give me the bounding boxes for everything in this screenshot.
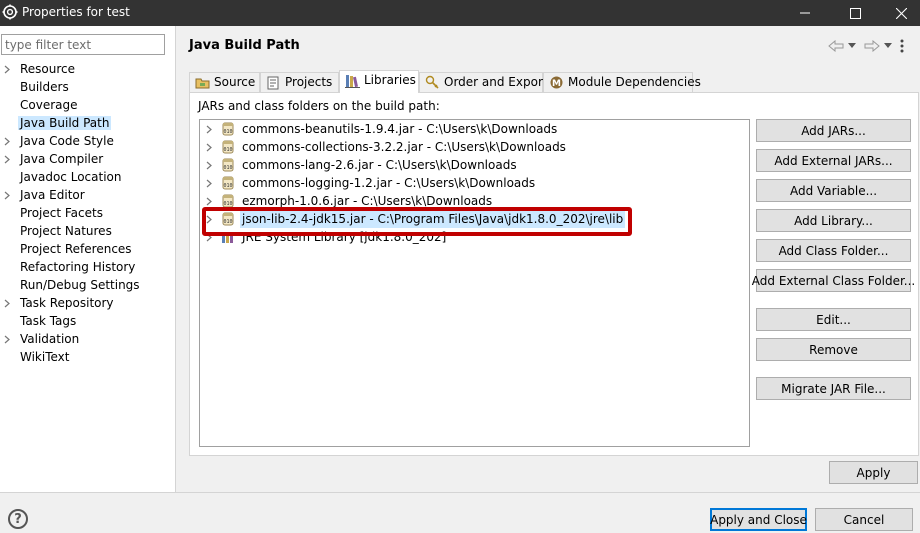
property-tree: Resource Builders Coverage Java Build Pa… bbox=[0, 60, 175, 366]
add-class-folder-button[interactable]: Add Class Folder... bbox=[756, 239, 911, 262]
expand-arrow-icon[interactable] bbox=[206, 174, 212, 192]
jar-icon: 010 bbox=[221, 194, 235, 208]
remove-button[interactable]: Remove bbox=[756, 338, 911, 361]
order-export-icon bbox=[425, 75, 440, 90]
minimize-icon bbox=[800, 12, 810, 14]
property-pages-pane: Resource Builders Coverage Java Build Pa… bbox=[0, 26, 176, 492]
minimize-button[interactable] bbox=[782, 0, 828, 26]
forward-arrow-icon[interactable] bbox=[864, 36, 880, 56]
help-icon[interactable]: ? bbox=[8, 509, 28, 529]
tab-projects[interactable]: Projects bbox=[260, 72, 339, 92]
back-dropdown-icon[interactable] bbox=[848, 36, 856, 56]
apply-and-close-button[interactable]: Apply and Close bbox=[710, 508, 807, 531]
tree-item-coverage[interactable]: Coverage bbox=[0, 96, 175, 114]
maximize-icon bbox=[849, 7, 861, 19]
apply-button[interactable]: Apply bbox=[829, 461, 918, 484]
page-title: Java Build Path bbox=[189, 38, 300, 53]
jar-icon: 010 bbox=[221, 140, 235, 154]
eclipse-gear-icon bbox=[2, 4, 18, 20]
list-item[interactable]: 010 commons-beanutils-1.9.4.jar - C:\Use… bbox=[200, 120, 749, 138]
migrate-jar-button[interactable]: Migrate JAR File... bbox=[756, 377, 911, 400]
libraries-icon bbox=[345, 73, 360, 88]
tree-item-wikitext[interactable]: WikiText bbox=[0, 348, 175, 366]
jar-icon: 010 bbox=[221, 122, 235, 136]
tree-item-resource[interactable]: Resource bbox=[0, 60, 175, 78]
cancel-button[interactable]: Cancel bbox=[815, 508, 913, 531]
expand-arrow-icon[interactable] bbox=[206, 138, 212, 156]
list-item[interactable]: 010 ezmorph-1.0.6.jar - C:\Users\k\Downl… bbox=[200, 192, 749, 210]
svg-text:010: 010 bbox=[223, 183, 232, 189]
expand-arrow-icon[interactable] bbox=[4, 132, 14, 150]
close-button[interactable] bbox=[878, 0, 920, 26]
expand-arrow-icon[interactable] bbox=[206, 120, 212, 138]
expand-arrow-icon[interactable] bbox=[4, 150, 14, 168]
list-item[interactable]: 010 commons-collections-3.2.2.jar - C:\U… bbox=[200, 138, 749, 156]
list-item[interactable]: JRE System Library [jdk1.8.0_202] bbox=[200, 228, 749, 246]
title-bar: Properties for test bbox=[0, 0, 920, 26]
expand-arrow-icon[interactable] bbox=[4, 330, 14, 348]
tree-item-project-natures[interactable]: Project Natures bbox=[0, 222, 175, 240]
dialog-footer: ? Apply and Close Cancel bbox=[0, 492, 920, 533]
expand-arrow-icon[interactable] bbox=[206, 192, 212, 210]
add-library-button[interactable]: Add Library... bbox=[756, 209, 911, 232]
svg-text:M: M bbox=[552, 79, 561, 89]
forward-dropdown-icon[interactable] bbox=[884, 36, 892, 56]
add-variable-button[interactable]: Add Variable... bbox=[756, 179, 911, 202]
back-arrow-icon[interactable] bbox=[828, 36, 844, 56]
window-title: Properties for test bbox=[22, 5, 130, 19]
svg-text:010: 010 bbox=[223, 147, 232, 153]
edit-button[interactable]: Edit... bbox=[756, 308, 911, 331]
list-item[interactable]: 010 commons-lang-2.6.jar - C:\Users\k\Do… bbox=[200, 156, 749, 174]
expand-arrow-icon[interactable] bbox=[206, 210, 212, 228]
tree-item-builders[interactable]: Builders bbox=[0, 78, 175, 96]
tab-order-and-export[interactable]: Order and Export bbox=[419, 72, 548, 92]
list-item-selected[interactable]: 010 json-lib-2.4-jdk15.jar - C:\Program … bbox=[200, 210, 749, 228]
library-icon bbox=[221, 230, 235, 244]
tree-item-java-build-path[interactable]: Java Build Path bbox=[0, 114, 175, 132]
library-list[interactable]: 010 commons-beanutils-1.9.4.jar - C:\Use… bbox=[199, 119, 750, 447]
view-menu-icon[interactable] bbox=[900, 36, 904, 56]
history-nav bbox=[824, 36, 914, 56]
tree-item-project-references[interactable]: Project References bbox=[0, 240, 175, 258]
expand-arrow-icon[interactable] bbox=[4, 60, 14, 78]
svg-text:010: 010 bbox=[223, 201, 232, 207]
tree-item-javadoc-location[interactable]: Javadoc Location bbox=[0, 168, 175, 186]
tree-item-refactoring-history[interactable]: Refactoring History bbox=[0, 258, 175, 276]
tree-item-validation[interactable]: Validation bbox=[0, 330, 175, 348]
tree-item-java-editor[interactable]: Java Editor bbox=[0, 186, 175, 204]
expand-arrow-icon[interactable] bbox=[4, 186, 14, 204]
close-icon bbox=[895, 7, 907, 19]
projects-icon bbox=[266, 75, 281, 90]
tree-item-project-facets[interactable]: Project Facets bbox=[0, 204, 175, 222]
module-icon: M bbox=[549, 75, 564, 90]
filter-input[interactable] bbox=[1, 34, 165, 55]
maximize-button[interactable] bbox=[832, 0, 878, 26]
svg-text:010: 010 bbox=[223, 219, 232, 225]
jar-icon: 010 bbox=[221, 212, 235, 226]
svg-text:010: 010 bbox=[223, 129, 232, 135]
expand-arrow-icon[interactable] bbox=[4, 294, 14, 312]
jar-icon: 010 bbox=[221, 158, 235, 172]
tree-item-java-code-style[interactable]: Java Code Style bbox=[0, 132, 175, 150]
add-jars-button[interactable]: Add JARs... bbox=[756, 119, 911, 142]
tree-item-run-debug-settings[interactable]: Run/Debug Settings bbox=[0, 276, 175, 294]
tab-libraries[interactable]: Libraries bbox=[339, 70, 419, 93]
source-folder-icon bbox=[195, 75, 210, 90]
tab-source[interactable]: Source bbox=[189, 72, 260, 92]
panel-label: JARs and class folders on the build path… bbox=[198, 99, 440, 113]
tree-item-task-repository[interactable]: Task Repository bbox=[0, 294, 175, 312]
expand-arrow-icon[interactable] bbox=[206, 228, 212, 246]
add-external-jars-button[interactable]: Add External JARs... bbox=[756, 149, 911, 172]
add-external-class-folder-button[interactable]: Add External Class Folder... bbox=[752, 269, 915, 292]
expand-arrow-icon[interactable] bbox=[206, 156, 212, 174]
tree-item-task-tags[interactable]: Task Tags bbox=[0, 312, 175, 330]
libraries-panel: JARs and class folders on the build path… bbox=[189, 92, 919, 456]
tab-module-dependencies[interactable]: M Module Dependencies bbox=[543, 72, 701, 92]
tree-item-java-compiler[interactable]: Java Compiler bbox=[0, 150, 175, 168]
page-content: Java Build Path Source Projects Librarie… bbox=[177, 26, 920, 492]
list-item[interactable]: 010 commons-logging-1.2.jar - C:\Users\k… bbox=[200, 174, 749, 192]
jar-icon: 010 bbox=[221, 176, 235, 190]
svg-text:010: 010 bbox=[223, 165, 232, 171]
